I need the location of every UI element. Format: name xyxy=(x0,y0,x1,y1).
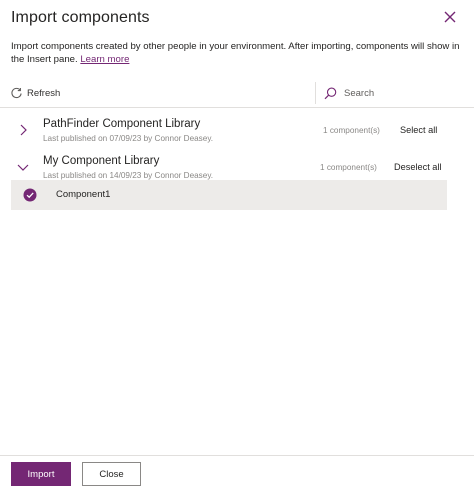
refresh-button[interactable]: Refresh xyxy=(10,84,60,102)
refresh-icon xyxy=(11,87,22,98)
close-button[interactable] xyxy=(441,8,459,26)
search-input[interactable] xyxy=(342,86,456,100)
component-name: Component1 xyxy=(56,189,111,200)
close-dialog-button[interactable]: Close xyxy=(82,462,141,486)
learn-more-link[interactable]: Learn more xyxy=(80,54,129,65)
library-name: My Component Library xyxy=(43,155,160,167)
chevron-right-icon[interactable] xyxy=(16,123,30,137)
dialog-footer: Import Close xyxy=(0,455,474,504)
library-component-count: 1 component(s) xyxy=(320,163,377,172)
close-icon xyxy=(444,11,456,23)
toolbar: Refresh xyxy=(0,80,474,108)
library-meta: Last published on 14/09/23 by Connor Dea… xyxy=(43,171,214,180)
component-row[interactable]: Component1 xyxy=(11,180,447,210)
import-button[interactable]: Import xyxy=(11,462,71,486)
library-component-count: 1 component(s) xyxy=(323,126,380,135)
library-row-pathfinder[interactable]: PathFinder Component Library Last publis… xyxy=(0,116,474,152)
checkmark-circle-icon[interactable] xyxy=(23,188,37,202)
search-box[interactable] xyxy=(315,82,465,104)
library-name: PathFinder Component Library xyxy=(43,118,201,130)
library-meta: Last published on 07/09/23 by Connor Dea… xyxy=(43,134,214,143)
chevron-down-icon[interactable] xyxy=(16,160,30,174)
refresh-label: Refresh xyxy=(27,87,61,99)
dialog-title: Import components xyxy=(11,9,150,26)
select-all-button[interactable]: Select all xyxy=(400,125,437,135)
dialog-description: Import components created by other peopl… xyxy=(11,40,466,66)
deselect-all-button[interactable]: Deselect all xyxy=(394,162,442,172)
description-text: Import components created by other peopl… xyxy=(11,41,460,65)
search-icon xyxy=(324,87,337,99)
import-components-dialog: Import components Import components crea… xyxy=(0,0,474,503)
